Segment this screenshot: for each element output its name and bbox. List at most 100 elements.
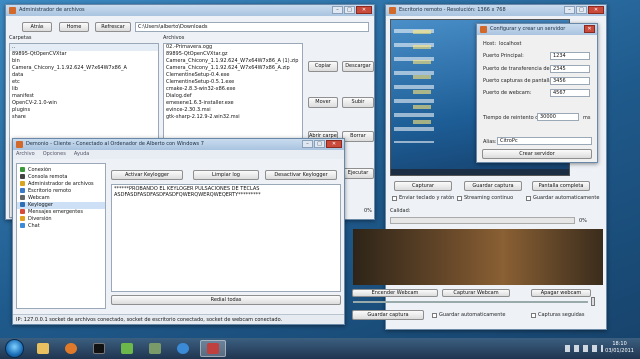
menu-opciones[interactable]: Opciones bbox=[43, 150, 66, 159]
download-button[interactable]: Descargar bbox=[342, 61, 374, 72]
main-port-label: Puerto Principal: bbox=[483, 53, 524, 59]
folder-item[interactable]: data bbox=[10, 72, 158, 79]
file-admin-titlebar[interactable]: Administrador de archivos – □ ✕ bbox=[6, 5, 374, 16]
folder-item[interactable]: lib bbox=[10, 86, 158, 93]
app-icon bbox=[389, 7, 396, 14]
tray-icons[interactable] bbox=[565, 345, 603, 352]
send-keys-checkbox[interactable] bbox=[392, 196, 397, 201]
close-icon[interactable]: ✕ bbox=[356, 6, 372, 14]
copy-button[interactable]: Copiar bbox=[308, 61, 338, 72]
folder-item[interactable]: share bbox=[10, 114, 158, 121]
back-button[interactable]: Atrás bbox=[22, 22, 52, 32]
capture-webcam-button[interactable]: Capturar Webcam bbox=[442, 289, 510, 297]
maximize-icon[interactable]: □ bbox=[344, 6, 355, 14]
webcam-slider-thumb[interactable] bbox=[591, 297, 595, 306]
secure-captures-checkbox[interactable] bbox=[531, 313, 536, 318]
nav-item[interactable]: Keylogger bbox=[17, 202, 105, 209]
clock[interactable]: 18:10 03/01/2011 bbox=[605, 341, 634, 355]
fullscreen-button[interactable]: Pantalla completa bbox=[532, 181, 590, 191]
auto-save-checkbox[interactable] bbox=[526, 196, 531, 201]
folder-item[interactable]: manifest bbox=[10, 93, 158, 100]
webcam-quality-slider[interactable] bbox=[353, 301, 588, 303]
maximize-icon[interactable]: □ bbox=[314, 140, 325, 148]
file-item[interactable]: evince-2.30.3.msi bbox=[164, 107, 302, 114]
refresh-button[interactable]: Refrescar bbox=[95, 22, 131, 32]
path-input[interactable]: C:\Users\alberto\Downloads bbox=[135, 22, 369, 32]
nav-item[interactable]: Conexión bbox=[17, 167, 105, 174]
file-item[interactable]: cmake-2.8.3-win32-x86.exe bbox=[164, 86, 302, 93]
nav-item[interactable]: Administrador de archivos bbox=[17, 181, 105, 188]
timeout-input[interactable]: 30000 bbox=[537, 113, 579, 121]
server-config-titlebar[interactable]: Configurar y crear un servidor ✕ bbox=[477, 24, 597, 35]
file-item[interactable]: ClementineSetup-0.5.1.exe bbox=[164, 79, 302, 86]
menu-archivo[interactable]: Archivo bbox=[16, 150, 35, 159]
move-button[interactable]: Mover bbox=[308, 97, 338, 108]
taskbar-explorer-icon[interactable] bbox=[30, 340, 56, 357]
start-button[interactable] bbox=[5, 339, 24, 358]
file-item[interactable]: gtk-sharp-2.12.9-2.win32.msi bbox=[164, 114, 302, 121]
redial-all-button[interactable]: Redial todas bbox=[111, 295, 341, 305]
file-item[interactable]: 89895-QtOpenCVXtar.gz bbox=[164, 51, 302, 58]
maximize-icon[interactable]: □ bbox=[576, 6, 587, 14]
minimize-icon[interactable]: – bbox=[302, 140, 313, 148]
auto-save-webcam-checkbox[interactable] bbox=[432, 313, 437, 318]
taskbar-ie-icon[interactable] bbox=[170, 340, 196, 357]
remote-desktop-titlebar[interactable]: Escritorio remoto - Resolución: 1366 x 7… bbox=[386, 5, 606, 16]
taskbar-qt-icon[interactable] bbox=[114, 340, 140, 357]
taskbar-terminal-icon[interactable] bbox=[86, 340, 112, 357]
webcam-view[interactable] bbox=[353, 229, 603, 285]
file-port-input[interactable]: 2345 bbox=[550, 65, 590, 73]
nav-tree[interactable]: Conexión Consola remota Administrador de a… bbox=[16, 163, 106, 309]
folder-item[interactable]: OpenCV-2.1.0-win bbox=[10, 100, 158, 107]
taskbar-firefox-icon[interactable] bbox=[58, 340, 84, 357]
keylogger-log[interactable]: ******PROBANDO EL KEYLOGER PULSACIONES D… bbox=[111, 184, 341, 292]
close-icon[interactable]: ✕ bbox=[326, 140, 342, 148]
folder-item[interactable]: etc bbox=[10, 79, 158, 86]
nav-item[interactable]: Escritorio remoto bbox=[17, 188, 105, 195]
clear-log-button[interactable]: Limpiar log bbox=[193, 170, 259, 180]
folder-item[interactable]: .. bbox=[10, 44, 158, 51]
nav-item[interactable]: Consola remota bbox=[17, 174, 105, 181]
file-item[interactable]: ClementineSetup-0.4.exe bbox=[164, 72, 302, 79]
save-webcam-button[interactable]: Guardar captura bbox=[352, 310, 424, 320]
capture-button[interactable]: Capturar bbox=[394, 181, 452, 191]
save-capture-button[interactable]: Guardar captura bbox=[464, 181, 522, 191]
nav-item-label: Chat bbox=[28, 223, 40, 229]
execute-button[interactable]: Ejecutar bbox=[342, 168, 374, 179]
file-item[interactable]: Dialog.def bbox=[164, 93, 302, 100]
folder-item[interactable]: plugins bbox=[10, 107, 158, 114]
create-server-button[interactable]: Crear servidor bbox=[482, 149, 592, 159]
minimize-icon[interactable]: – bbox=[564, 6, 575, 14]
folder-item[interactable]: Camera_Chicony_1.1.92.624_W7x64W7x86_A bbox=[10, 65, 158, 72]
taskbar-demonio-icon[interactable] bbox=[200, 340, 226, 357]
nav-item[interactable]: Diversión bbox=[17, 216, 105, 223]
menu-ayuda[interactable]: Ayuda bbox=[74, 150, 89, 159]
nav-item[interactable]: Webcam bbox=[17, 195, 105, 202]
file-item[interactable]: emesene1.6.3-installer.exe bbox=[164, 100, 302, 107]
nav-item[interactable]: Mensajes emergentes bbox=[17, 209, 105, 216]
home-button[interactable]: Home bbox=[59, 22, 89, 32]
webcam-port-input[interactable]: 4567 bbox=[550, 89, 590, 97]
folder-item[interactable]: bin bbox=[10, 58, 158, 65]
screen-port-input[interactable]: 3456 bbox=[550, 77, 590, 85]
stop-webcam-button[interactable]: Apagar webcam bbox=[531, 289, 591, 297]
nav-item[interactable]: Chat bbox=[17, 223, 105, 230]
file-item[interactable]: Camera_Chicony_1.1.92.624_W7x64W7x86_A.z… bbox=[164, 65, 302, 72]
client-titlebar[interactable]: Demonio - Cliente - Conectado al Ordenad… bbox=[13, 139, 344, 150]
upload-button[interactable]: Subir bbox=[342, 97, 374, 108]
file-item[interactable]: 02.-Primavera.ogg bbox=[164, 44, 302, 51]
close-icon[interactable]: ✕ bbox=[588, 6, 604, 14]
deactivate-keylogger-button[interactable]: Desactivar Keylogger bbox=[265, 170, 337, 180]
close-icon[interactable]: ✕ bbox=[584, 25, 595, 33]
alias-input[interactable]: CitroPc bbox=[497, 137, 592, 145]
minimize-icon[interactable]: – bbox=[332, 6, 343, 14]
main-port-input[interactable]: 1234 bbox=[550, 52, 590, 60]
delete-button[interactable]: Borrar bbox=[342, 131, 374, 142]
streaming-checkbox[interactable] bbox=[457, 196, 462, 201]
remote-desktop-icons-2 bbox=[413, 23, 431, 133]
taskbar-media-icon[interactable] bbox=[142, 340, 168, 357]
file-item[interactable]: Camera_Chicony_1.1.92.624_W7x64W7x86_A (… bbox=[164, 58, 302, 65]
activate-keylogger-button[interactable]: Activar Keylogger bbox=[111, 170, 183, 180]
start-webcam-button[interactable]: Encender Webcam bbox=[352, 289, 438, 297]
folder-item[interactable]: 89895-QtOpenCVXtar bbox=[10, 51, 158, 58]
